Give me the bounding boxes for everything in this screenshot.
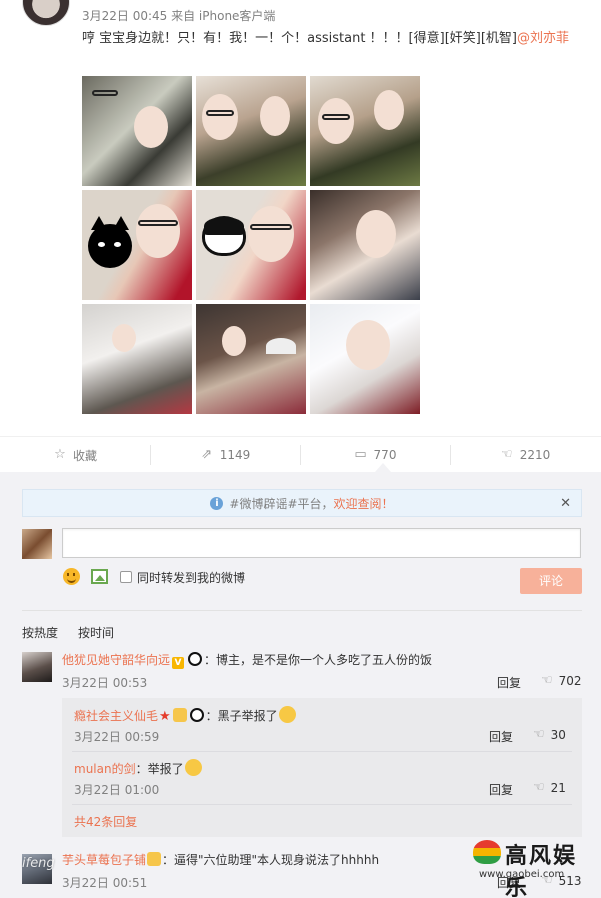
comment-caret <box>375 463 391 472</box>
comment-text: 他犹见她守韶华向远 V ：博主，是不是你一个人多吃了五人份的饭 <box>62 652 432 669</box>
more-replies-link[interactable]: 共42条回复 <box>74 814 137 830</box>
post-text: 哼 宝宝身边就！只！有！我！一！个！assistant ！！！[得意][奸笑][… <box>82 28 582 50</box>
like-count: 2210 <box>519 448 551 462</box>
reply-button[interactable]: 回复 <box>497 674 521 691</box>
like-button[interactable]: ☜ 2210 <box>450 437 600 473</box>
reply-button[interactable]: 回复 <box>489 781 513 798</box>
panda-badge-icon <box>188 652 203 666</box>
close-icon[interactable]: ✕ <box>560 496 571 511</box>
thumbs-up-icon: ☜ <box>541 673 553 688</box>
image-upload-icon[interactable] <box>91 569 108 584</box>
gaobei-logo-icon <box>473 840 501 864</box>
comment-section: i #微博辟谣#平台， 欢迎查阅！ ✕ 同时转发到我的微博 评论 按热度 按时间 … <box>0 472 601 898</box>
thumbs-up-icon: ☜ <box>533 780 545 795</box>
replier-name[interactable]: mulan的剑 <box>74 762 136 776</box>
post-timestamp: 3月22日 00:45 来自 iPhone客户端 <box>82 9 276 23</box>
panda-badge-icon <box>189 708 204 722</box>
post-body: 哼 宝宝身边就！只！有！我！一！个！assistant ！！！[得意][奸笑][… <box>82 31 517 46</box>
repost-count: 1149 <box>219 448 251 462</box>
comment-like-button[interactable]: ☜ 702 <box>541 673 582 688</box>
comment-content: ：逼得"六位助理"本人现身说法了hhhhh <box>162 853 380 867</box>
photo-thumbnail[interactable] <box>310 190 420 300</box>
reply-content: ：举报了 <box>135 762 184 776</box>
favorite-button[interactable]: ☆ 收藏 <box>0 437 150 473</box>
mention-link[interactable]: @刘亦菲 <box>517 31 569 46</box>
rumor-notice-banner: i #微博辟谣#平台， 欢迎查阅！ ✕ <box>22 489 582 517</box>
reply-button[interactable]: 回复 <box>489 728 513 745</box>
ifeng-watermark: ifeng <box>22 856 55 871</box>
sort-by-hot-tab[interactable]: 按热度 <box>22 624 58 641</box>
laughing-emoji-icon <box>184 759 202 776</box>
notice-highlight[interactable]: 欢迎查阅！ <box>334 495 394 512</box>
comment-icon: ▭ <box>354 447 367 462</box>
commenter-avatar[interactable] <box>22 652 52 682</box>
gaobei-watermark: 高风娱乐 www.gaobei.com <box>473 838 593 898</box>
reply-like-count: 30 <box>550 727 566 742</box>
reply-time: 3月22日 00:59 <box>74 730 160 744</box>
reply-like-button[interactable]: ☜ 21 <box>533 780 566 795</box>
star-icon: ☆ <box>54 447 66 462</box>
forward-label: 同时转发到我的微博 <box>137 571 246 585</box>
cat-mask-sticker-icon <box>202 216 246 256</box>
comment-time: 3月22日 00:53 <box>62 676 148 690</box>
author-avatar[interactable] <box>22 0 70 26</box>
favorite-label: 收藏 <box>72 448 97 463</box>
comment-like-count: 702 <box>558 673 582 688</box>
photo-thumbnail[interactable] <box>196 190 306 300</box>
photo-thumbnail[interactable] <box>82 76 192 186</box>
comment-time: 3月22日 00:51 <box>62 876 148 890</box>
gold-badge-icon <box>147 852 162 866</box>
reply-text: 瘾社会主义仙毛★ ：黑子举报了 <box>74 706 296 725</box>
repost-icon: ⇗ <box>201 447 213 462</box>
watermark-title: 高风娱乐 <box>505 843 578 898</box>
reply-text: mulan的剑：举报了 <box>74 759 202 777</box>
reply-like-count: 21 <box>550 780 566 795</box>
thumbs-up-icon: ☜ <box>500 447 513 462</box>
photo-thumbnail[interactable] <box>196 76 306 186</box>
notice-text[interactable]: #微博辟谣#平台， <box>229 495 333 512</box>
emoji-icon[interactable] <box>63 568 80 585</box>
photo-thumbnail[interactable] <box>82 190 192 300</box>
comment-text: 芋头草莓包子铺 ：逼得"六位助理"本人现身说法了hhhhh <box>62 852 379 868</box>
replier-name[interactable]: 瘾社会主义仙毛 <box>74 709 158 723</box>
photo-thumbnail[interactable] <box>310 76 420 186</box>
photo-thumbnail[interactable] <box>310 304 420 414</box>
commenter-name[interactable]: 他犹见她守韶华向远 <box>62 653 170 667</box>
comment-input[interactable] <box>62 528 581 558</box>
photo-grid <box>82 76 421 414</box>
reply-time: 3月22日 01:00 <box>74 783 160 797</box>
photo-thumbnail[interactable] <box>82 304 192 414</box>
cat-sticker-icon <box>88 216 132 268</box>
sort-by-time-tab[interactable]: 按时间 <box>78 624 114 641</box>
watermark-url: www.gaobei.com <box>479 869 565 880</box>
comment-count: 770 <box>373 448 397 462</box>
reply-content: ：黑子举报了 <box>205 709 278 723</box>
comment-content: ：博主，是不是你一个人多吃了五人份的饭 <box>204 653 433 667</box>
commenter-name[interactable]: 芋头草莓包子铺 <box>62 853 146 867</box>
photo-thumbnail[interactable] <box>196 304 306 414</box>
hand-emoji-icon <box>278 706 296 723</box>
submit-comment-button[interactable]: 评论 <box>520 568 582 594</box>
action-bar: ☆ 收藏 ⇗ 1149 ▭ 770 ☜ 2210 <box>0 436 601 472</box>
repost-button[interactable]: ⇗ 1149 <box>150 437 300 473</box>
verified-badge-icon: V <box>172 657 185 669</box>
gold-badge-icon <box>172 708 187 722</box>
forward-checkbox[interactable] <box>120 571 132 583</box>
divider <box>22 610 582 611</box>
reply-like-button[interactable]: ☜ 30 <box>533 727 566 742</box>
info-icon: i <box>210 496 224 510</box>
thumbs-up-icon: ☜ <box>533 727 545 742</box>
current-user-avatar[interactable] <box>22 529 52 559</box>
star-badge-icon: ★ <box>159 709 171 724</box>
